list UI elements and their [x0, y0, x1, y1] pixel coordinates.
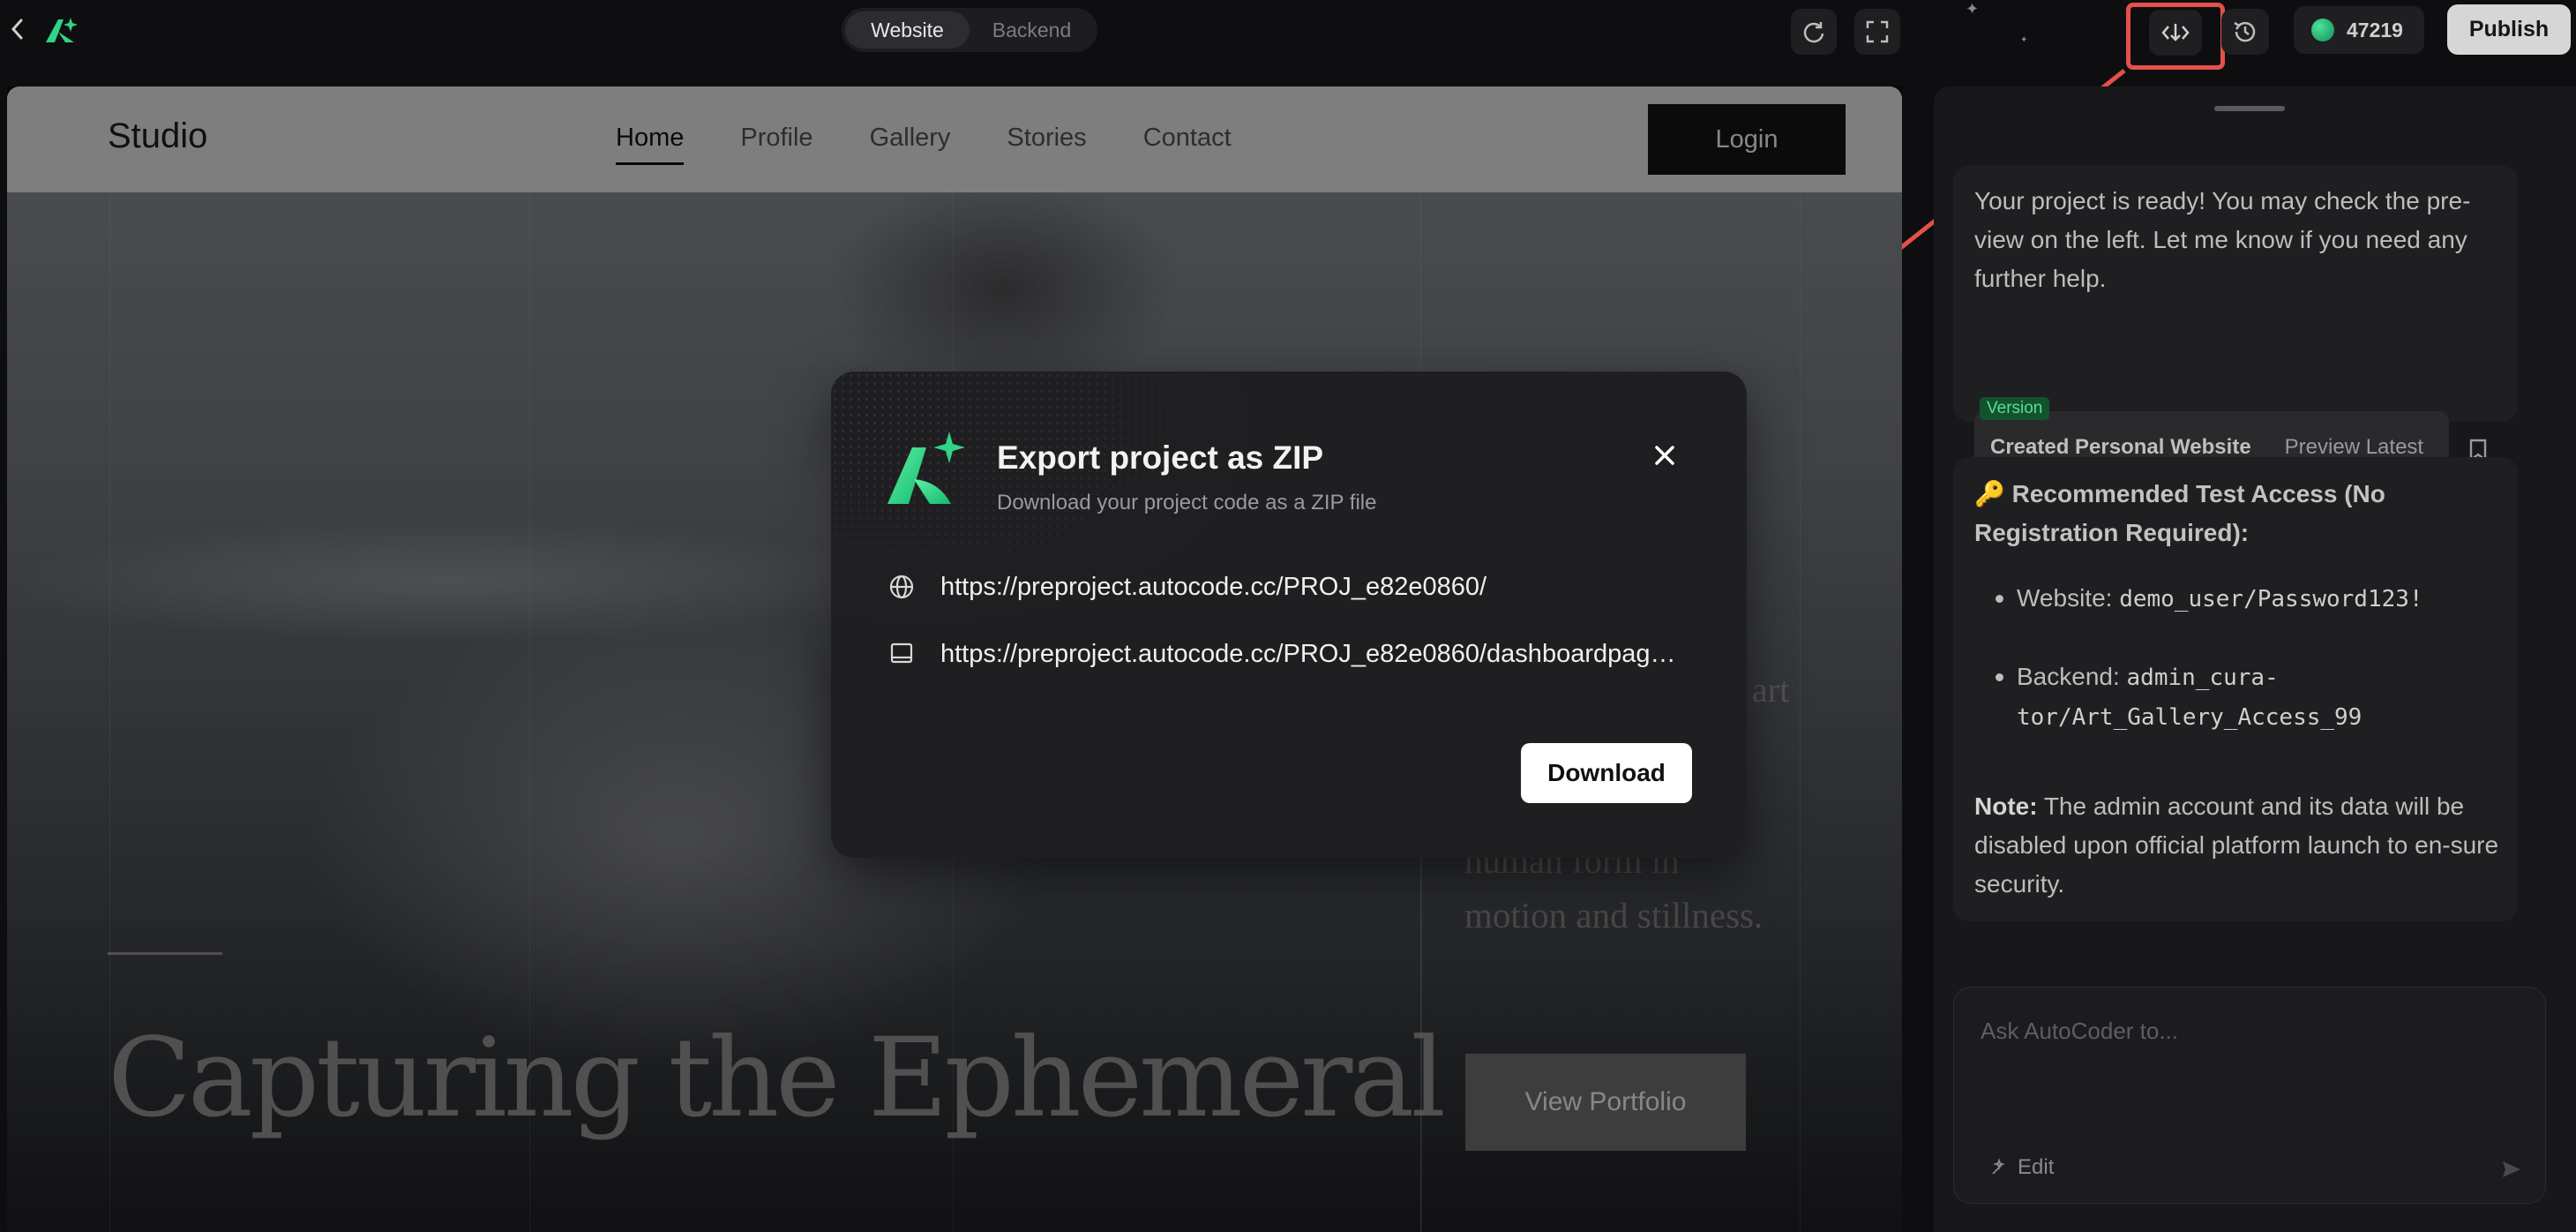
- close-button[interactable]: [1643, 433, 1687, 477]
- app-logo[interactable]: [44, 14, 79, 44]
- chevron-left-icon: [11, 19, 23, 40]
- note-body: The admin account and its data will be d…: [1974, 793, 2499, 898]
- send-icon: [2503, 1161, 2520, 1177]
- preview-latest-link[interactable]: Preview Latest: [2285, 435, 2423, 460]
- list-item: Backend: admin_cura-tor/Art_Gallery_Acce…: [1974, 657, 2504, 737]
- modal-subtitle: Download your project code as a ZIP file: [997, 491, 1377, 515]
- refresh-icon: [1803, 22, 1824, 43]
- credits-display[interactable]: 47219: [2294, 6, 2424, 54]
- edit-toggle[interactable]: Edit: [1989, 1155, 2054, 1180]
- tab-backend[interactable]: Backend: [970, 11, 1094, 49]
- credit-coin-icon: [2311, 19, 2334, 41]
- note-text: Note: The admin account and its data wil…: [1974, 787, 2504, 904]
- test-access-title: 🔑 Recommended Test Access (No Registrati…: [1974, 480, 2385, 546]
- panel-drag-handle[interactable]: [2214, 106, 2285, 111]
- test-access-card: 🔑 Recommended Test Access (No Registrati…: [1953, 457, 2518, 921]
- message-text: Your project is ready! You may check the…: [1974, 187, 2471, 292]
- back-button[interactable]: [5, 12, 28, 46]
- mode-switch: Website Backend: [842, 8, 1097, 52]
- website-link-row: https://preproject.autocode.cc/PROJ_e82e…: [886, 571, 1706, 603]
- export-modal: Export project as ZIP Download your proj…: [831, 372, 1747, 858]
- chat-input[interactable]: Ask AutoCoder to... Edit: [1953, 987, 2546, 1204]
- sparkle-decoration: ✦: [2020, 35, 2028, 45]
- close-icon: [1655, 446, 1674, 465]
- version-name: Created Personal Website: [1990, 435, 2251, 459]
- globe-icon: [886, 571, 917, 603]
- tab-website[interactable]: Website: [845, 11, 970, 49]
- list-item: Website: demo_user/Password123!: [1974, 579, 2504, 619]
- fullscreen-button[interactable]: [1854, 9, 1900, 55]
- send-button[interactable]: [2494, 1152, 2529, 1187]
- history-button[interactable]: [2221, 9, 2269, 55]
- autocode-logo: [887, 432, 965, 504]
- modal-title: Export project as ZIP: [997, 439, 1324, 476]
- download-button[interactable]: Download: [1521, 743, 1692, 803]
- edit-sparkle-icon: [1992, 1158, 2005, 1175]
- access-label: Website:: [2017, 584, 2113, 612]
- backend-link-row: https://preproject.autocode.cc/PROJ_e82e…: [886, 638, 1706, 670]
- access-credentials: demo_user/Password123!: [2119, 586, 2423, 612]
- version-badge: Version: [1980, 397, 2050, 420]
- backend-url[interactable]: https://preproject.autocode.cc/PROJ_e82e…: [940, 640, 1676, 669]
- sparkle-decoration: ✦: [1966, 0, 1980, 18]
- note-label: Note:: [1974, 793, 2038, 820]
- edit-label: Edit: [2018, 1155, 2055, 1179]
- publish-button[interactable]: Publish: [2447, 4, 2571, 55]
- laptop-icon: [886, 638, 917, 670]
- website-url[interactable]: https://preproject.autocode.cc/PROJ_e82e…: [940, 573, 1486, 602]
- assistant-message: Your project is ready! You may check the…: [1953, 166, 2518, 484]
- access-label: Backend:: [2017, 663, 2120, 690]
- credits-count: 47219: [2347, 18, 2403, 41]
- chat-input-placeholder: Ask AutoCoder to...: [1981, 1018, 2179, 1044]
- fullscreen-icon: [1866, 20, 1889, 43]
- history-icon: [2234, 21, 2256, 42]
- access-list: Website: demo_user/Password123! Backend:…: [1974, 579, 2504, 776]
- chat-panel: Your project is ready! You may check the…: [1934, 86, 2576, 1232]
- export-button-highlight: [2126, 3, 2225, 70]
- refresh-button[interactable]: [1791, 9, 1837, 55]
- top-bar: Website Backend ✦ ✦ 47219 Publish: [0, 0, 2576, 70]
